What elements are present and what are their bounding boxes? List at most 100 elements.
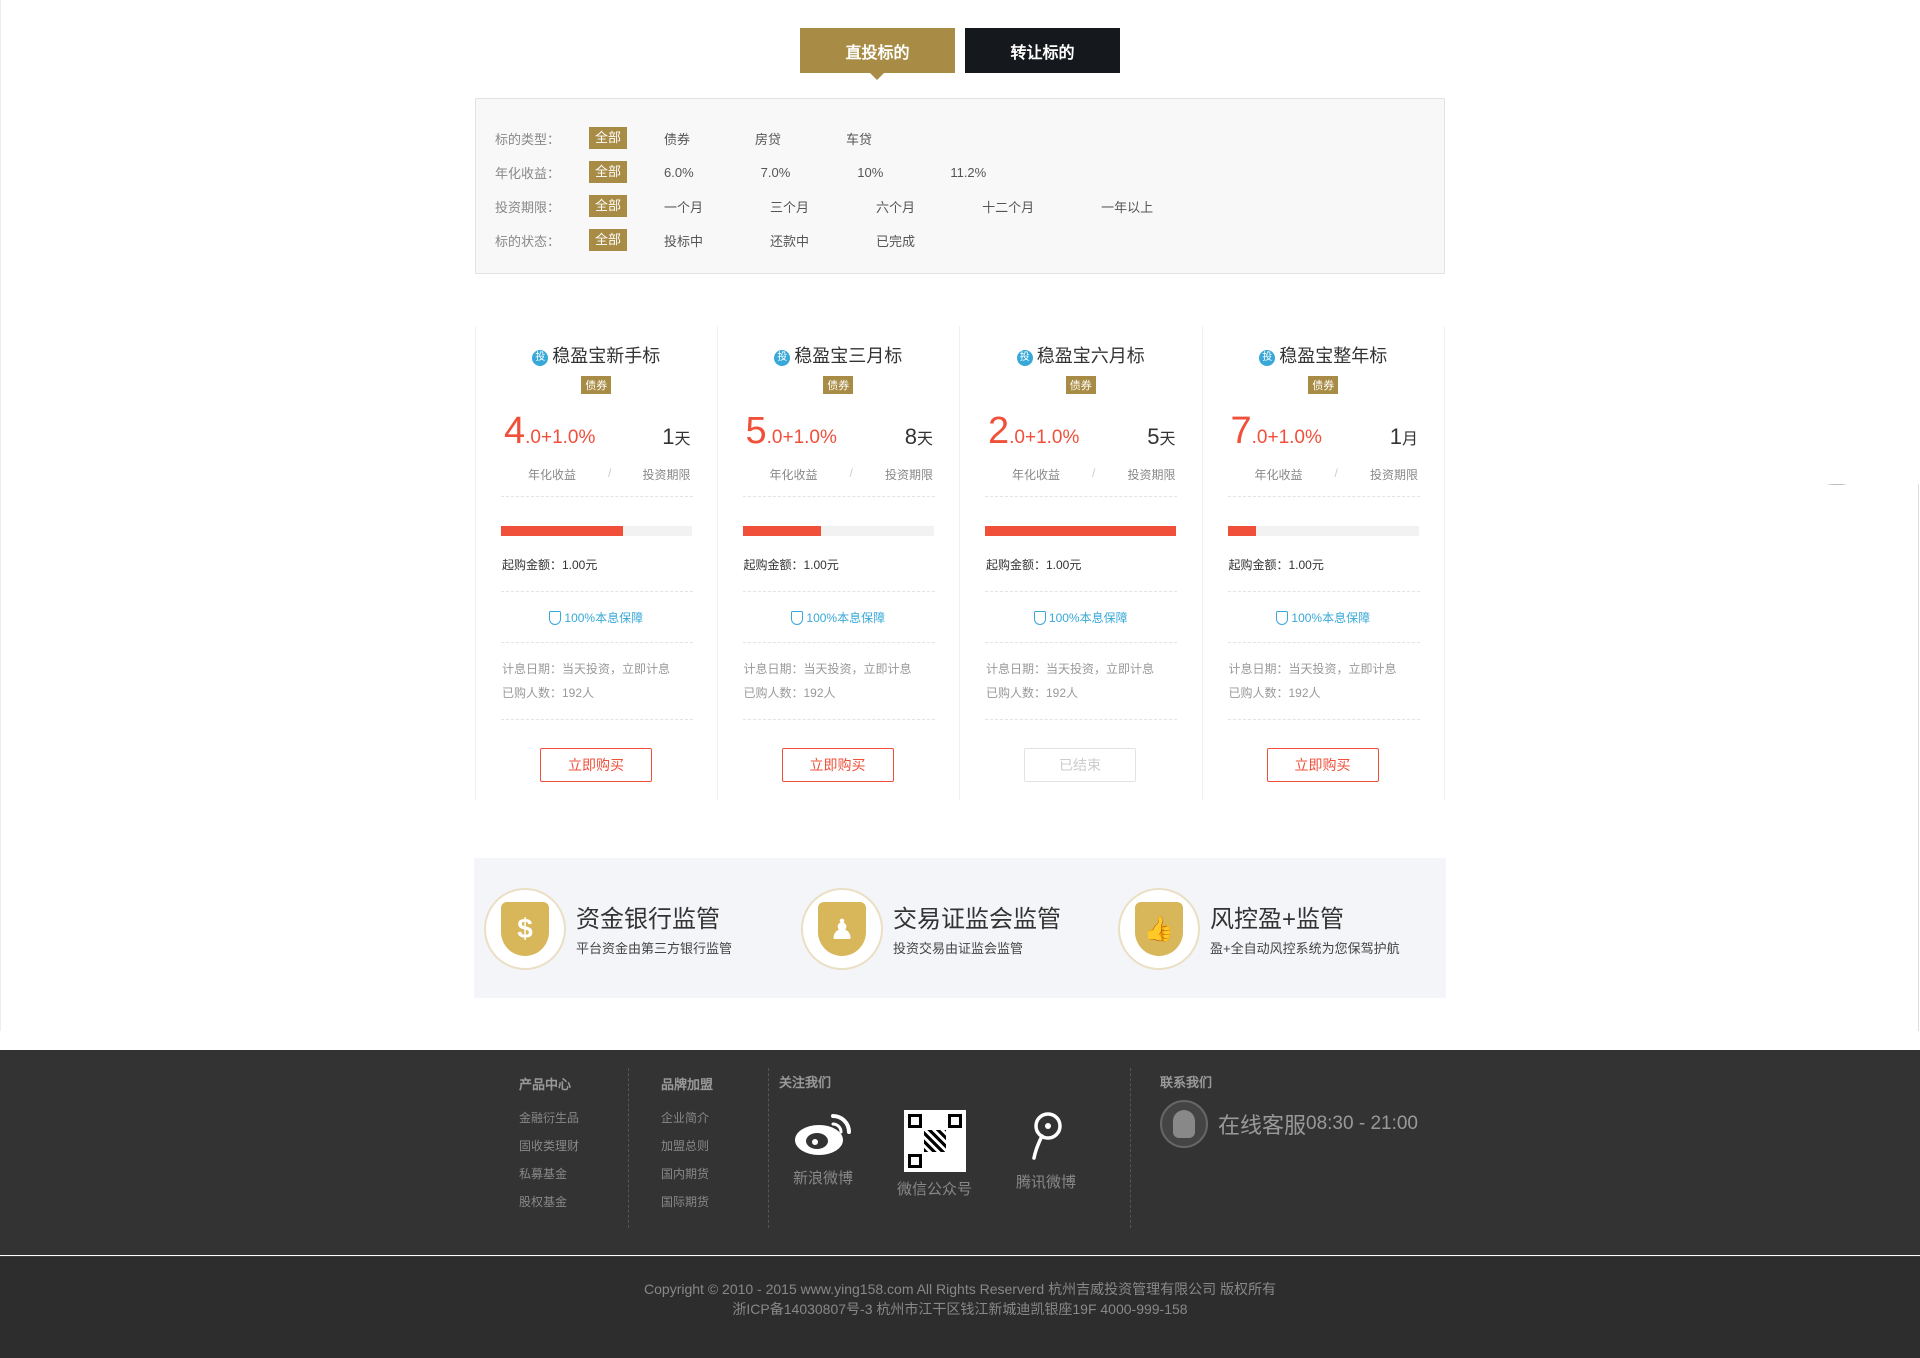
- yield-rest: .0+1.0%: [1251, 427, 1322, 448]
- weibo-link[interactable]: 新浪微博: [793, 1110, 853, 1188]
- product-card-list: 投稳盈宝新手标 债券 4.0+1.0% 1天 年化收益 / 投资期限 起购金额：…: [475, 326, 1445, 800]
- tab-transfer[interactable]: 转让标的: [965, 28, 1120, 73]
- buy-button[interactable]: 立即购买: [781, 748, 894, 782]
- investment-term: 8天: [905, 424, 933, 450]
- footer-link[interactable]: 固收类理财: [519, 1137, 579, 1154]
- product-title-text: 稳盈宝整年标: [1279, 346, 1388, 366]
- online-service[interactable]: 在线客服 08:30 - 21:00: [1160, 1100, 1418, 1148]
- term-unit: 月: [1401, 431, 1418, 448]
- divider: [1227, 719, 1420, 720]
- qr-code-icon: [903, 1110, 966, 1172]
- footer-link[interactable]: 股权基金: [519, 1193, 579, 1210]
- filter-option-all[interactable]: 全部: [589, 127, 628, 149]
- filter-option[interactable]: 一年以上: [1101, 197, 1153, 216]
- filter-option-all[interactable]: 全部: [589, 195, 628, 217]
- yield-integer: 5: [745, 410, 767, 452]
- filter-panel: 标的类型： 全部 债券 房贷 车贷 年化收益： 全部 6.0% 7.0% 10%…: [475, 98, 1445, 274]
- progress-fill: [1227, 526, 1257, 536]
- separator: /: [1334, 466, 1338, 480]
- wechat-link[interactable]: 微信公众号: [897, 1110, 972, 1199]
- footer-link[interactable]: 金融衍生品: [519, 1109, 579, 1126]
- footer-copyright-bar: Copyright © 2010 - 2015 www.ying158.com …: [0, 1256, 1920, 1358]
- divider: [501, 496, 693, 497]
- term-unit: 天: [916, 431, 933, 448]
- divider: [742, 496, 935, 497]
- interest-date: 计息日期：当天投资，立即计息: [502, 662, 671, 676]
- feature-glyph: 👍: [1135, 902, 1183, 956]
- filter-option[interactable]: 7.0%: [761, 165, 791, 180]
- buyer-count: 已购人数：192人: [743, 686, 836, 700]
- product-card: 投稳盈宝新手标 债券 4.0+1.0% 1天 年化收益 / 投资期限 起购金额：…: [475, 326, 718, 800]
- separator: /: [1092, 466, 1096, 480]
- filter-option[interactable]: 房贷: [755, 129, 781, 148]
- person-shield-icon: ♟: [801, 888, 883, 970]
- product-title[interactable]: 投稳盈宝新手标: [476, 342, 717, 368]
- footer-divider: [768, 1068, 769, 1228]
- buyer-count: 已购人数：192人: [502, 686, 595, 700]
- product-title[interactable]: 投稳盈宝三月标: [718, 342, 960, 368]
- filter-option[interactable]: 六个月: [876, 197, 915, 216]
- investment-term: 1月: [1390, 424, 1418, 450]
- side-border-line: [1918, 484, 1919, 1031]
- footer-heading: 联系我们: [1160, 1075, 1213, 1090]
- footer-link[interactable]: 国内期货: [661, 1165, 713, 1182]
- filter-option[interactable]: 三个月: [770, 197, 809, 216]
- footer-heading: 产品中心: [519, 1077, 572, 1092]
- filter-option[interactable]: 10%: [857, 165, 883, 180]
- tab-direct-investment[interactable]: 直投标的: [800, 28, 955, 80]
- weibo-label: 新浪微博: [793, 1170, 854, 1187]
- guarantee-label: 100%本息保障: [960, 609, 1202, 626]
- product-title-text: 稳盈宝六月标: [1036, 346, 1145, 366]
- dollar-shield-icon: $: [484, 888, 566, 970]
- feature-subtitle: 投资交易由证监会监管: [893, 941, 1024, 956]
- footer-products: 产品中心 金融衍生品 固收类理财 私募基金 股权基金: [519, 1074, 579, 1221]
- filter-row-type: 标的类型： 全部 债券 房贷 车贷: [495, 121, 1444, 155]
- invest-icon: 投: [1259, 350, 1276, 366]
- product-tag-badge: 债券: [1065, 376, 1096, 394]
- copyright-text: Copyright © 2010 - 2015 www.ying158.com …: [644, 1281, 1276, 1297]
- filter-option[interactable]: 车贷: [846, 129, 872, 148]
- footer-link[interactable]: 国际期货: [661, 1193, 713, 1210]
- divider: [501, 591, 693, 592]
- footer-link[interactable]: 加盟总则: [661, 1137, 713, 1154]
- guarantee-text: 100%本息保障: [564, 611, 644, 625]
- filter-option[interactable]: 投标中: [664, 231, 703, 250]
- filter-option[interactable]: 十二个月: [982, 197, 1034, 216]
- yield-integer: 4: [504, 410, 526, 452]
- buy-button[interactable]: 立即购买: [540, 748, 652, 782]
- footer-link[interactable]: 私募基金: [519, 1165, 579, 1182]
- guarantee-label: 100%本息保障: [718, 609, 960, 626]
- ended-button[interactable]: 已结束: [1024, 748, 1136, 782]
- product-title[interactable]: 投稳盈宝整年标: [1203, 342, 1445, 368]
- tencent-weibo-link[interactable]: 腾讯微博: [1016, 1110, 1076, 1192]
- footer-divider: [628, 1068, 629, 1228]
- guarantee-text: 100%本息保障: [806, 611, 886, 625]
- product-title-text: 稳盈宝三月标: [794, 346, 903, 366]
- feature-title: 资金银行监管: [576, 906, 720, 933]
- buy-button[interactable]: 立即购买: [1266, 748, 1379, 782]
- progress-fill: [985, 526, 1176, 536]
- filter-row-term: 投资期限： 全部 一个月 三个月 六个月 十二个月 一年以上: [495, 189, 1444, 223]
- footer-link[interactable]: 企业简介: [661, 1109, 713, 1126]
- yield-rest: .0+1.0%: [766, 427, 837, 448]
- footer-heading: 关注我们: [779, 1075, 832, 1090]
- annual-yield: 4.0+1.0%: [504, 410, 595, 453]
- filter-option[interactable]: 11.2%: [950, 165, 986, 180]
- filter-option-all[interactable]: 全部: [589, 161, 628, 183]
- copyright-block: Copyright © 2010 - 2015 www.ying158.com …: [0, 1279, 1920, 1319]
- divider: [742, 719, 935, 720]
- term-unit: 天: [674, 431, 691, 448]
- product-title[interactable]: 投稳盈宝六月标: [960, 342, 1202, 368]
- feature-title: 风控盈+监管: [1210, 906, 1345, 933]
- filter-option[interactable]: 6.0%: [664, 165, 694, 180]
- yield-rest: .0+1.0%: [525, 427, 596, 448]
- filter-option[interactable]: 债券: [664, 129, 690, 148]
- filter-option[interactable]: 一个月: [664, 197, 703, 216]
- filter-option-all[interactable]: 全部: [589, 229, 628, 251]
- side-scroll-mark: [1828, 484, 1846, 485]
- filter-option[interactable]: 还款中: [770, 231, 809, 250]
- filter-row-status: 标的状态： 全部 投标中 还款中 已完成: [495, 223, 1444, 257]
- guarantee-text: 100%本息保障: [1048, 611, 1128, 625]
- filter-option[interactable]: 已完成: [876, 231, 915, 250]
- qq-icon: [1160, 1100, 1208, 1148]
